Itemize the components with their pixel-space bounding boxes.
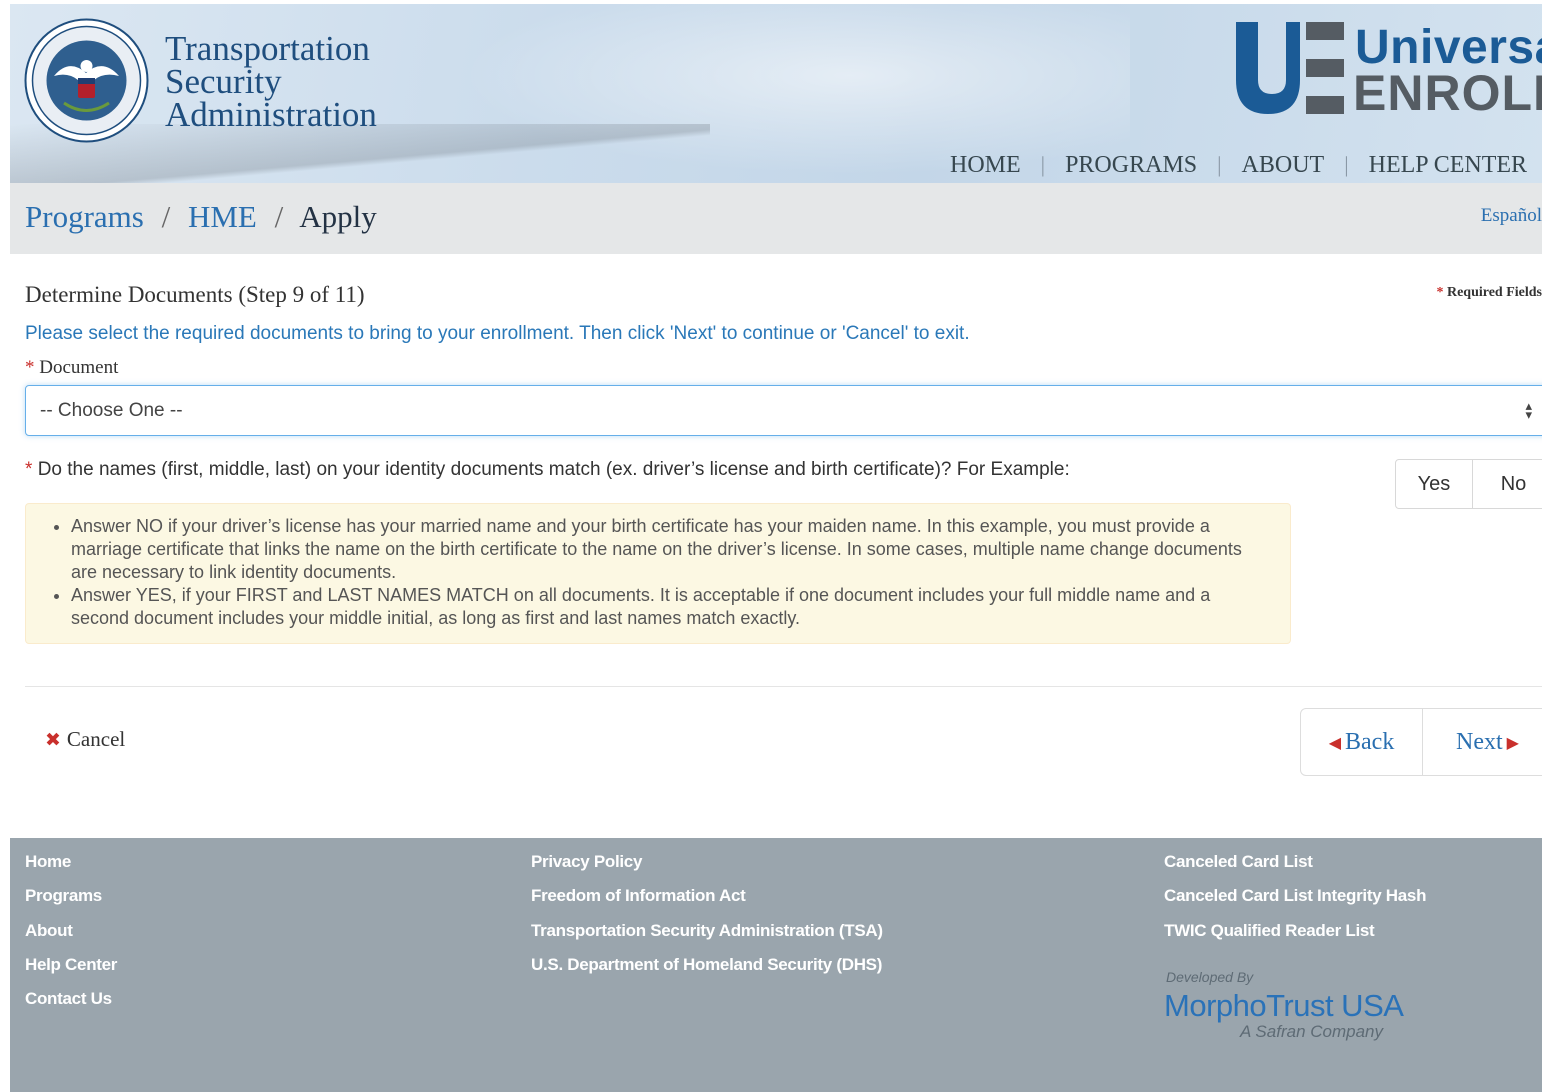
required-fields-note: * Required Fields <box>1436 285 1542 301</box>
breadcrumb-hme[interactable]: HME <box>188 199 257 234</box>
footer-link-dhs[interactable]: U.S. Department of Homeland Security (DH… <box>531 948 883 982</box>
developer-tagline: A Safran Company <box>1240 1022 1383 1041</box>
agency-name: Transportation Security Administration <box>165 29 377 134</box>
nav-separator: | <box>1344 152 1349 177</box>
universal-enroll-logo[interactable]: Universal ENROLL <box>1232 18 1542 121</box>
hint-item-no: Answer NO if your driver’s license has y… <box>71 515 1270 584</box>
nav-about[interactable]: ABOUT <box>1242 152 1325 179</box>
hint-item-yes: Answer YES, if your FIRST and LAST NAMES… <box>71 584 1270 630</box>
caret-left-icon: ◀ <box>1328 732 1341 752</box>
names-hint-alert: Answer NO if your driver’s license has y… <box>25 503 1291 644</box>
dhs-seal-icon[interactable] <box>24 18 149 143</box>
cancel-button[interactable]: ✖ Cancel <box>45 727 125 752</box>
document-select-value: -- Choose One -- <box>40 400 183 421</box>
agency-line: Transportation <box>165 29 370 68</box>
yes-button[interactable]: Yes <box>1395 459 1473 509</box>
footer-link-contact-us[interactable]: Contact Us <box>25 982 117 1016</box>
agency-line: Security <box>165 62 282 101</box>
breadcrumb-bar: Programs / HME / Apply Español <box>10 183 1542 254</box>
site-header: Transportation Security Administration U… <box>10 4 1542 183</box>
required-marker: * <box>25 357 35 378</box>
breadcrumb-separator: / <box>161 199 171 234</box>
footer-link-about[interactable]: About <box>25 914 117 948</box>
required-marker: * <box>1436 285 1444 300</box>
footer-link-help-center[interactable]: Help Center <box>25 948 117 982</box>
caret-right-icon: ▶ <box>1506 732 1519 752</box>
breadcrumb: Programs / HME / Apply <box>25 199 377 235</box>
footer-link-programs[interactable]: Programs <box>25 879 117 913</box>
footer-column-cards: Canceled Card List Canceled Card List In… <box>1164 845 1426 948</box>
names-match-question-text: Do the names (first, middle, last) on yo… <box>37 459 1070 480</box>
footer-column-policy: Privacy Policy Freedom of Information Ac… <box>531 845 883 982</box>
footer-link-privacy[interactable]: Privacy Policy <box>531 845 883 879</box>
names-match-question: * Do the names (first, middle, last) on … <box>25 459 1070 481</box>
nav-programs[interactable]: PROGRAMS <box>1065 152 1197 179</box>
document-label-text: Document <box>39 357 119 378</box>
footer-link-tsa[interactable]: Transportation Security Administration (… <box>531 914 883 948</box>
breadcrumb-apply: Apply <box>299 199 377 234</box>
footer-link-home[interactable]: Home <box>25 845 117 879</box>
next-button[interactable]: Next ▶ <box>1423 708 1542 776</box>
back-label: Back <box>1345 728 1395 755</box>
developer-logo[interactable]: MorphoTrust USA <box>1164 988 1404 1024</box>
nav-separator: | <box>1040 152 1046 177</box>
x-icon: ✖ <box>45 728 61 751</box>
nav-separator: | <box>1217 152 1222 177</box>
breadcrumb-separator: / <box>274 199 284 234</box>
footer-link-foia[interactable]: Freedom of Information Act <box>531 879 883 913</box>
next-label: Next <box>1456 728 1503 755</box>
ue-logo-icon <box>1236 22 1344 114</box>
agency-line: Administration <box>165 95 377 134</box>
back-button[interactable]: ◀ Back <box>1300 708 1423 776</box>
site-footer: Home Programs About Help Center Contact … <box>10 838 1542 1092</box>
hint-list: Answer NO if your driver’s license has y… <box>71 515 1270 630</box>
brand-word-enroll: ENROLL <box>1353 65 1542 121</box>
required-marker: * <box>25 459 33 480</box>
nav-home[interactable]: HOME <box>950 152 1021 179</box>
nav-help-center[interactable]: HELP CENTER <box>1369 152 1527 179</box>
required-fields-label: Required Fields <box>1446 285 1542 300</box>
breadcrumb-programs[interactable]: Programs <box>25 199 144 234</box>
pager: ◀ Back Next ▶ <box>1300 708 1542 776</box>
document-label: * Document <box>25 357 118 379</box>
top-nav: HOME | PROGRAMS | ABOUT | HELP CENTER <box>950 150 1527 180</box>
divider <box>25 686 1542 687</box>
footer-column-site: Home Programs About Help Center Contact … <box>25 845 117 1016</box>
language-link[interactable]: Español <box>1481 205 1542 227</box>
cancel-label: Cancel <box>66 727 126 751</box>
footer-link-canceled-card-list[interactable]: Canceled Card List <box>1164 845 1426 879</box>
instruction-text: Please select the required documents to … <box>25 323 970 344</box>
yes-no-toggle: Yes No <box>1395 459 1542 509</box>
step-title: Determine Documents (Step 9 of 11) <box>25 282 365 307</box>
footer-link-integrity-hash[interactable]: Canceled Card List Integrity Hash <box>1164 879 1426 913</box>
select-arrows-icon: ▴ ▾ <box>1525 398 1532 422</box>
footer-link-twic-reader-list[interactable]: TWIC Qualified Reader List <box>1164 914 1426 948</box>
document-select[interactable]: -- Choose One -- ▴ ▾ <box>25 385 1542 436</box>
developed-by-label: Developed By <box>1166 969 1254 985</box>
no-button[interactable]: No <box>1473 459 1542 509</box>
